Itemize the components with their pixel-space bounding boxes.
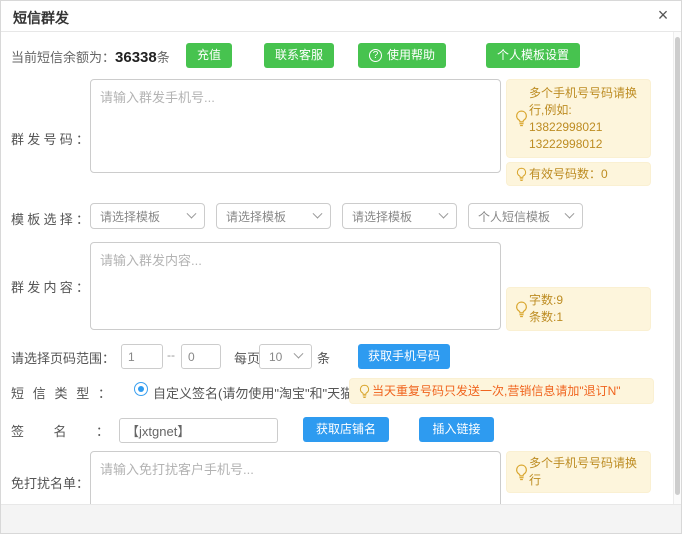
fetch-phone-numbers-button[interactable]: 获取手机号码 [358, 344, 450, 369]
recharge-label: 充值 [197, 43, 221, 68]
get-shop-name-label: 获取店铺名 [316, 422, 376, 436]
help-label: 使用帮助 [387, 43, 435, 68]
template-settings-label: 个人模板设置 [497, 43, 569, 68]
page-to-input[interactable] [181, 344, 221, 369]
dialog-title: 短信群发 [13, 8, 69, 28]
close-icon[interactable]: × [652, 3, 674, 27]
lightbulb-icon [513, 110, 529, 127]
custom-signature-radio-label[interactable]: 自定义签名(请勿使用"淘宝"和"天猫") [153, 383, 362, 402]
template-select-personal[interactable]: 个人短信模板 [468, 203, 583, 229]
custom-signature-radio[interactable] [134, 382, 148, 396]
page-range-label: 请选择页码范围： [11, 348, 115, 367]
content-label: 群发内容： [11, 277, 89, 296]
repeat-warning-text: 当天重复号码只发送一次,营销信息请加"退订N" [372, 383, 647, 400]
template-select-3[interactable]: 请选择模板 [342, 203, 457, 229]
chevron-down-icon [565, 208, 575, 218]
content-textarea[interactable] [90, 242, 501, 330]
hint-intro: 多个手机号号码请换行,例如: [529, 86, 637, 117]
recipients-textarea[interactable] [90, 79, 501, 173]
page-from-input[interactable] [121, 344, 163, 369]
scrollbar-thumb[interactable] [675, 37, 680, 495]
template-select-1[interactable]: 请选择模板 [90, 203, 205, 229]
lightbulb-icon [513, 301, 529, 318]
blacklist-hint-box: 多个手机号号码请换行 [506, 451, 651, 493]
question-icon: ? [369, 49, 382, 62]
chevron-down-icon [294, 349, 304, 359]
balance-text: 当前短信余额为：36338条 [11, 47, 170, 66]
sms-bulk-send-dialog: 短信群发 × 当前短信余额为：36338条 充值 联系客服 ? 使用帮助 个人模… [0, 0, 682, 534]
insert-link-label: 插入链接 [432, 422, 480, 436]
count-hint-box: 字数:9 条数:1 [506, 287, 651, 331]
lightbulb-icon [513, 464, 529, 481]
template-select-2[interactable]: 请选择模板 [216, 203, 331, 229]
insert-link-button[interactable]: 插入链接 [419, 417, 494, 442]
lightbulb-icon [356, 384, 372, 399]
template-select-personal-value: 个人短信模板 [478, 208, 550, 225]
blacklist-textarea[interactable] [90, 451, 501, 511]
signature-input[interactable] [119, 418, 278, 443]
template-label: 模板选择： [11, 209, 89, 228]
chevron-down-icon [187, 208, 197, 218]
per-page-label: 每页 [234, 348, 260, 367]
fetch-label: 获取手机号码 [368, 349, 440, 363]
scrollbar-track[interactable] [673, 32, 681, 504]
recipients-hint-text: 多个手机号号码请换行,例如: 13822998021 13222998012 [529, 85, 644, 153]
header-divider [1, 31, 682, 32]
balance-unit: 条 [157, 50, 170, 65]
valid-count-text: 有效号码数：0 [529, 166, 644, 183]
chevron-down-icon [313, 208, 323, 218]
personal-template-settings-button[interactable]: 个人模板设置 [486, 43, 580, 68]
page-range-separator: -- [167, 348, 175, 362]
footer-bar: 预览并发送 取消 [1, 504, 682, 534]
valid-count-box: 有效号码数：0 [506, 162, 651, 186]
radio-dot [138, 386, 144, 392]
char-count: 字数:9 [529, 293, 563, 307]
page-size-value: 10 [269, 350, 282, 364]
contact-support-button[interactable]: 联系客服 [264, 43, 334, 68]
template-select-2-value: 请选择模板 [226, 208, 286, 225]
chevron-down-icon [439, 208, 449, 218]
recipients-hint-box: 多个手机号号码请换行,例如: 13822998021 13222998012 [506, 79, 651, 158]
hint-number-2: 13222998012 [529, 137, 602, 151]
recharge-button[interactable]: 充值 [186, 43, 232, 68]
msg-count: 条数:1 [529, 310, 563, 324]
signature-label: 签名： [11, 421, 109, 440]
blacklist-hint-text: 多个手机号号码请换行 [529, 455, 644, 489]
lightbulb-icon [513, 167, 529, 182]
balance-prefix: 当前短信余额为： [11, 50, 115, 65]
template-select-3-value: 请选择模板 [352, 208, 412, 225]
blacklist-label: 免打扰名单： [11, 473, 89, 492]
balance-value: 36338 [115, 49, 157, 66]
help-button[interactable]: ? 使用帮助 [358, 43, 446, 68]
page-unit-label: 条 [317, 348, 330, 367]
contact-label: 联系客服 [275, 43, 323, 68]
count-hint-text: 字数:9 条数:1 [529, 292, 644, 326]
get-shop-name-button[interactable]: 获取店铺名 [303, 417, 389, 442]
sms-type-label: 短信类型： [11, 383, 111, 402]
recipients-label: 群发号码： [11, 129, 89, 148]
template-select-1-value: 请选择模板 [100, 208, 160, 225]
page-size-select[interactable]: 10 [259, 344, 312, 369]
repeat-warning-box: 当天重复号码只发送一次,营销信息请加"退订N" [349, 378, 654, 404]
hint-number-1: 13822998021 [529, 120, 602, 134]
